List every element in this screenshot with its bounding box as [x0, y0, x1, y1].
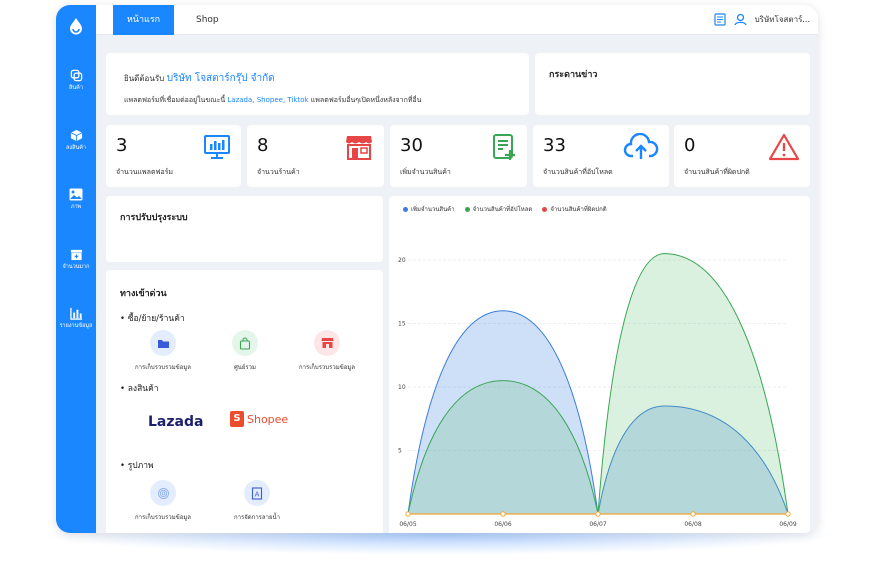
app-window: สินค้า ลงสินค้า ภาพ จำนวนมาก รายงานข้อมู…: [56, 5, 818, 533]
qa-store-data-collection-2[interactable]: การเก็บรวบรวมข้อมูล: [282, 330, 372, 372]
stat-value: 3: [116, 135, 128, 156]
y-tick-label: 15: [398, 321, 406, 328]
y-tick-label: 5: [398, 448, 402, 455]
sidebar-item-label: ภาพ: [70, 204, 82, 210]
section-images: • รูปภาพ: [120, 461, 154, 471]
products-icon: [70, 69, 82, 82]
welcome-prefix: ยินดีต้อนรับ: [124, 74, 165, 83]
welcome-company: บริษัท โจสตาร์กรุ๊ป จำกัด: [166, 73, 275, 84]
section-list-product: • ลงสินค้า: [120, 384, 159, 394]
lazada-logo[interactable]: Lazada: [148, 414, 203, 430]
svg-text:A: A: [255, 490, 260, 498]
storefront-icon: [346, 136, 372, 160]
x-tick-label: 06/09: [779, 521, 796, 528]
sidebar: สินค้า ลงสินค้า ภาพ จำนวนมาก รายงานข้อมู…: [56, 5, 96, 533]
x-tick-label: 06/08: [684, 521, 701, 528]
platforms-suffix: แพลตฟอร์มอื่นๆเปิดหนึ่งหลังจากที่อื่น: [310, 96, 422, 104]
stat-label: จำนวนแพลตฟอร์ม: [116, 168, 174, 176]
stage: สินค้า ลงสินค้า ภาพ จำนวนมาก รายงานข้อมู…: [0, 0, 875, 562]
welcome-card: ยินดีต้อนรับ บริษัท โจสตาร์กรุ๊ป จำกัด แ…: [106, 53, 529, 115]
stat-card-stores[interactable]: 8 จำนวนร้านค้า: [247, 125, 384, 187]
stat-label: เพิ่มจำนวนสินค้า: [400, 168, 451, 176]
area-chart: 5 10 15 20 06/05 06/06 06/07 06/08 06/09: [398, 253, 797, 528]
x-tick-label: 06/06: [494, 521, 511, 528]
cloud-upload-icon: [623, 133, 659, 159]
logo-icon[interactable]: [65, 15, 87, 37]
qa-label: การเก็บรวบรวมข้อมูล: [134, 364, 191, 371]
sidebar-item-label: ลงสินค้า: [66, 145, 86, 151]
platforms-prefix: แพลตฟอร์มที่เชื่อมต่ออยู่ในขณะนี้: [124, 96, 226, 104]
sidebar-item-products[interactable]: สินค้า: [56, 69, 96, 92]
image-icon: [69, 188, 83, 201]
chart-card: เพิ่มจำนวนสินค้า จำนวนสินค้าที่อัปโหลด จ…: [389, 196, 810, 533]
y-tick-label: 20: [398, 257, 406, 264]
monitor-chart-icon: [204, 135, 230, 159]
add-document-icon: [493, 134, 515, 160]
qa-label: การเก็บรวบรวมข้อมูล: [298, 364, 355, 371]
stat-label: จำนวนสินค้าที่อัปโหลด: [543, 168, 613, 176]
qa-center[interactable]: ศูนย์รวม: [200, 330, 290, 372]
box-icon: [70, 129, 82, 142]
sidebar-item-label: สินค้า: [69, 85, 83, 91]
sidebar-item-label: รายงานข้อมูล: [59, 323, 93, 329]
shopee-bag-icon: S: [230, 411, 244, 427]
shopee-logo[interactable]: S Shopee: [230, 411, 288, 427]
system-updates-title: การปรับปรุงระบบ: [120, 213, 188, 223]
stat-value: 0: [684, 135, 696, 156]
welcome-heading: ยินดีต้อนรับ บริษัท โจสตาร์กรุ๊ป จำกัด: [124, 71, 275, 86]
bulk-box-icon: [70, 249, 82, 261]
connected-platforms-text: แพลตฟอร์มที่เชื่อมต่ออยู่ในขณะนี้ Lazada…: [124, 95, 421, 106]
x-tick-label: 06/05: [399, 521, 416, 528]
platforms-list: Lazada, Shopee, Tiktok: [227, 96, 309, 104]
top-right-tools: บริษัทโจสตาร์...: [713, 13, 810, 26]
company-menu[interactable]: บริษัทโจสตาร์...: [755, 13, 810, 26]
stat-value: 8: [257, 135, 269, 156]
shop-icon: [314, 330, 340, 356]
data-point: [690, 511, 696, 517]
data-point: [595, 511, 601, 517]
sidebar-item-reports[interactable]: รายงานข้อมูล: [56, 307, 96, 330]
tab-shop[interactable]: Shop: [182, 5, 233, 35]
sidebar-item-bulk[interactable]: จำนวนมาก: [56, 248, 96, 271]
tab-home[interactable]: หน้าแรก: [113, 5, 174, 35]
stat-value: 30: [400, 135, 423, 156]
folder-icon: [150, 330, 176, 356]
qa-store-data-collection[interactable]: การเก็บรวบรวมข้อมูล: [118, 330, 208, 372]
shopee-label: Shopee: [247, 412, 289, 426]
bar-chart-icon: [69, 307, 82, 320]
quick-access-card: ทางเข้าด่วน • ซื้อ/ย้าย/ร้านค้า การเก็บร…: [106, 270, 383, 533]
data-point: [500, 511, 506, 517]
data-point: [405, 511, 411, 517]
qa-label: ศูนย์รวม: [234, 364, 256, 371]
stat-card-abnormal-products[interactable]: 0 จำนวนสินค้าที่ผิดปกติ: [674, 125, 810, 187]
qa-watermark-management[interactable]: A การจัดการลายน้ำ: [212, 480, 302, 522]
stat-label: จำนวนสินค้าที่ผิดปกติ: [684, 168, 750, 176]
sidebar-item-label: จำนวนมาก: [62, 264, 90, 270]
system-updates-card: การปรับปรุงระบบ: [106, 196, 383, 262]
stat-card-added-products[interactable]: 30 เพิ่มจำนวนสินค้า: [390, 125, 527, 187]
qa-label: การเก็บรวบรวมข้อมูล: [134, 514, 191, 521]
user-icon[interactable]: [733, 13, 747, 26]
x-tick-label: 06/07: [589, 521, 606, 528]
news-card: กระดานข่าว: [535, 53, 810, 115]
y-tick-label: 10: [398, 384, 406, 391]
shopping-bag-icon: [232, 330, 258, 356]
news-title: กระดานข่าว: [549, 70, 598, 80]
sidebar-item-list-product[interactable]: ลงสินค้า: [56, 129, 96, 152]
qa-image-data-collection[interactable]: การเก็บรวบรวมข้อมูล: [118, 480, 208, 522]
top-bar: หน้าแรก Shop บริษัทโจสตาร์...: [96, 5, 818, 35]
data-point: [785, 511, 791, 517]
qa-label: การจัดการลายน้ำ: [234, 514, 280, 521]
stat-card-platforms[interactable]: 3 จำนวนแพลตฟอร์ม: [106, 125, 241, 187]
fingerprint-icon: [150, 480, 176, 506]
stat-label: จำนวนร้านค้า: [257, 168, 300, 176]
stat-value: 33: [543, 135, 566, 156]
watermark-icon: A: [244, 480, 270, 506]
stat-card-uploaded-products[interactable]: 33 จำนวนสินค้าที่อัปโหลด: [533, 125, 669, 187]
section-store: • ซื้อ/ย้าย/ร้านค้า: [120, 314, 185, 324]
quick-access-title: ทางเข้าด่วน: [120, 289, 167, 299]
sidebar-item-images[interactable]: ภาพ: [56, 188, 96, 211]
warning-icon: [768, 133, 800, 161]
document-icon[interactable]: [713, 13, 726, 26]
